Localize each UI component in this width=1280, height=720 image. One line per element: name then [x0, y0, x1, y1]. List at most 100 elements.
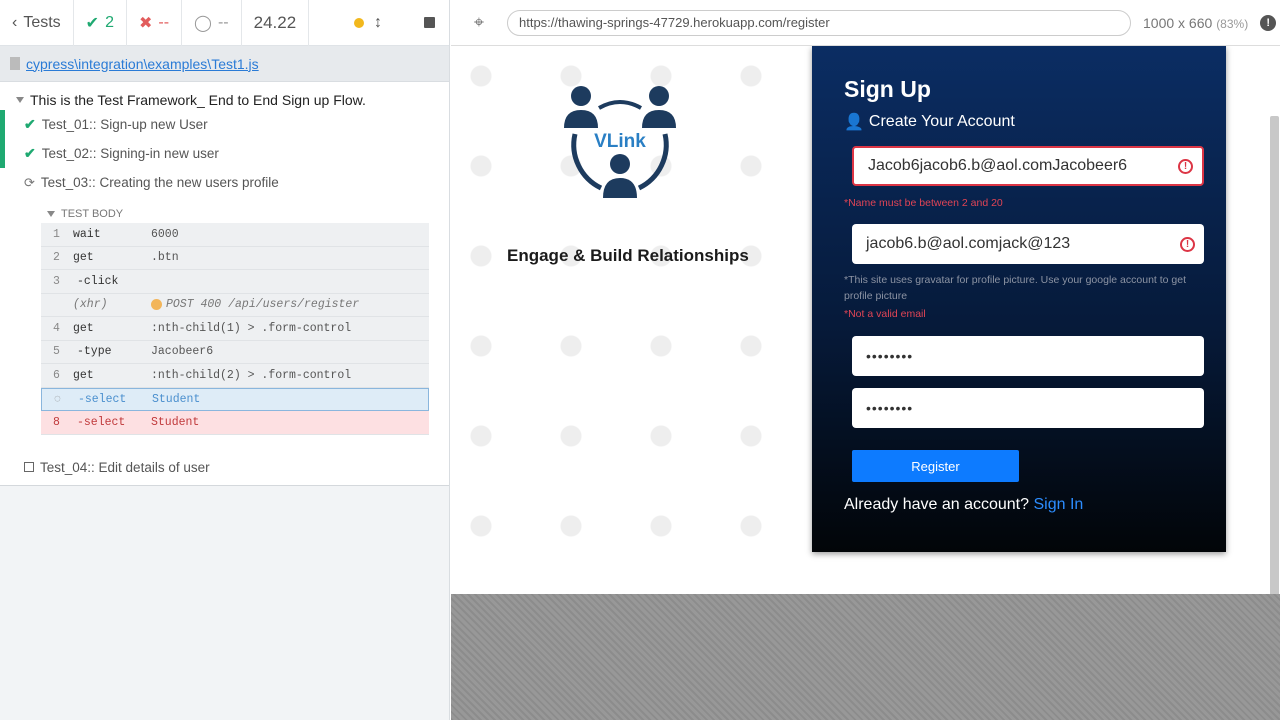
- command-number: 2: [53, 251, 60, 265]
- vlink-logo: VLink: [564, 86, 676, 198]
- caret-down-icon: [47, 211, 55, 217]
- tagline: Engage & Build Relationships: [507, 246, 749, 265]
- viewport-dimensions: 1000 x 660: [1143, 14, 1213, 31]
- command-number: 3: [53, 274, 60, 288]
- tests-label: Tests: [23, 13, 61, 31]
- password-field[interactable]: ••••••••: [852, 336, 1204, 376]
- command-row[interactable]: 5 -type Jacobeer6: [41, 340, 429, 364]
- app-frame: VLink Engage & Build Relationships Sign …: [451, 46, 1280, 594]
- command-number: 6: [53, 368, 60, 382]
- command-message: :nth-child(1) > .form-control: [151, 321, 352, 335]
- info-icon[interactable]: !: [1260, 14, 1277, 31]
- confirm-password-field[interactable]: ••••••••: [852, 388, 1204, 428]
- pending-square-icon: [24, 462, 34, 472]
- command-name: wait: [73, 227, 101, 241]
- command-number: 5: [53, 345, 60, 359]
- command-row-failed[interactable]: 8 -select Student: [41, 411, 429, 435]
- command-name: get: [73, 321, 94, 335]
- passed-stat: ✔ 2: [74, 0, 127, 46]
- confirm-password-value: ••••••••: [866, 400, 914, 416]
- duration: 24.22: [242, 0, 310, 46]
- circle-icon: ◯: [194, 14, 212, 32]
- command-name: get: [73, 368, 94, 382]
- x-icon: ✖: [138, 14, 153, 32]
- already-text: Already have an account?: [844, 496, 1030, 513]
- alert-icon: !: [1180, 236, 1195, 252]
- test-item[interactable]: ✔ Test_01:: Sign-up new User: [0, 110, 449, 139]
- command-row-active[interactable]: ◌ -select Student: [41, 387, 429, 411]
- test-body-label: TEST BODY: [61, 208, 124, 220]
- pending-count: --: [217, 13, 229, 31]
- check-icon: ✔: [24, 145, 36, 161]
- command-row-xhr[interactable]: (xhr) POST 400 /api/users/register: [41, 293, 429, 317]
- pending-stat: ◯ --: [182, 0, 242, 46]
- register-button[interactable]: Register: [852, 450, 1019, 482]
- command-message: Student: [151, 415, 200, 429]
- command-name: get: [73, 251, 94, 265]
- name-field[interactable]: Jacob6jacob6.b@aol.comJacobeer6 !: [852, 146, 1204, 186]
- reporter-panel: ‹ Tests ✔ 2 ✖ -- ◯ -- 24.22 ↕ cypress\in…: [0, 0, 450, 720]
- xhr-status-icon: [151, 299, 162, 311]
- test-body-header[interactable]: TEST BODY: [0, 197, 449, 223]
- duration-value: 24.22: [253, 12, 297, 32]
- subtitle: 👤 Create Your Account: [844, 112, 1015, 132]
- reporter-toolbar: ‹ Tests ✔ 2 ✖ -- ◯ -- 24.22 ↕: [0, 0, 449, 46]
- command-name: -select: [77, 415, 126, 429]
- email-field[interactable]: jacob6.b@aol.comjack@123 !: [852, 224, 1204, 264]
- test-title: Test_03:: Creating the new users profile: [40, 175, 279, 190]
- alert-icon: !: [1178, 158, 1193, 174]
- name-error: *Name must be between 2 and 20: [844, 197, 1003, 209]
- passed-count: 2: [105, 13, 114, 31]
- vertical-scrollbar[interactable]: [1270, 116, 1279, 594]
- command-log: 1 wait 6000 2 get .btn 3 -click (xhr) PO…: [41, 223, 429, 435]
- url-field[interactable]: https://thawing-springs-47729.herokuapp.…: [507, 9, 1131, 36]
- stop-icon[interactable]: [424, 17, 435, 28]
- command-number: 1: [53, 227, 60, 241]
- command-message: .btn: [151, 251, 179, 265]
- tests-button[interactable]: ‹ Tests: [0, 0, 74, 46]
- command-name: -type: [77, 345, 112, 359]
- email-value: jacob6.b@aol.comjack@123: [866, 235, 1071, 252]
- signin-link[interactable]: Sign In: [1033, 496, 1083, 513]
- command-number: 8: [53, 415, 60, 429]
- signup-card: Sign Up 👤 Create Your Account Jacob6jaco…: [812, 46, 1226, 552]
- command-row[interactable]: 4 get :nth-child(1) > .form-control: [41, 317, 429, 341]
- command-number: 4: [53, 321, 60, 335]
- spinner-icon: ◌: [54, 392, 61, 406]
- signin-prompt: Already have an account? Sign In: [844, 496, 1083, 514]
- viewport-background: [451, 594, 1280, 720]
- test-item[interactable]: ⟳ Test_03:: Creating the new users profi…: [0, 168, 449, 197]
- user-icon: 👤: [844, 114, 864, 131]
- spec-file-bar[interactable]: cypress\integration\examples\Test1.js: [0, 46, 449, 82]
- command-row[interactable]: 2 get .btn: [41, 246, 429, 270]
- command-message: Student: [152, 392, 201, 406]
- command-message: 6000: [151, 227, 179, 241]
- spec-file-path[interactable]: cypress\integration\examples\Test1.js: [26, 56, 259, 72]
- viewport-scale: (83%): [1216, 16, 1249, 31]
- test-title: Test_04:: Edit details of user: [40, 459, 210, 475]
- caret-down-icon: [16, 96, 24, 103]
- crosshair-icon[interactable]: ⌖: [451, 12, 507, 33]
- check-icon: ✔: [85, 14, 100, 32]
- test-item[interactable]: Test_04:: Edit details of user: [0, 453, 449, 482]
- check-icon: ✔: [24, 116, 36, 132]
- file-icon: [10, 57, 20, 70]
- test-runner-list: This is the Test Framework_ End to End S…: [0, 82, 449, 486]
- test-item[interactable]: ✔ Test_02:: Signing-in new user: [0, 139, 449, 168]
- command-name: -click: [77, 274, 119, 288]
- refresh-icon: ⟳: [24, 174, 35, 190]
- command-row[interactable]: 3 -click: [41, 270, 429, 294]
- command-row[interactable]: 1 wait 6000: [41, 223, 429, 247]
- command-message: POST 400 /api/users/register: [166, 298, 360, 312]
- command-row[interactable]: 6 get :nth-child(2) > .form-control: [41, 364, 429, 388]
- email-error: *Not a valid email: [844, 308, 926, 320]
- command-name: (xhr): [73, 298, 108, 312]
- scroll-toggle-icon[interactable]: ↕: [374, 14, 382, 32]
- suite-title[interactable]: This is the Test Framework_ End to End S…: [0, 82, 449, 110]
- failed-count: --: [158, 13, 170, 31]
- logo-text: VLink: [594, 131, 646, 152]
- name-value: Jacob6jacob6.b@aol.comJacobeer6: [868, 157, 1128, 174]
- browser-url-bar: ⌖ https://thawing-springs-47729.herokuap…: [451, 0, 1280, 46]
- command-name: -select: [78, 392, 127, 406]
- suite-title-text: This is the Test Framework_ End to End S…: [30, 91, 366, 108]
